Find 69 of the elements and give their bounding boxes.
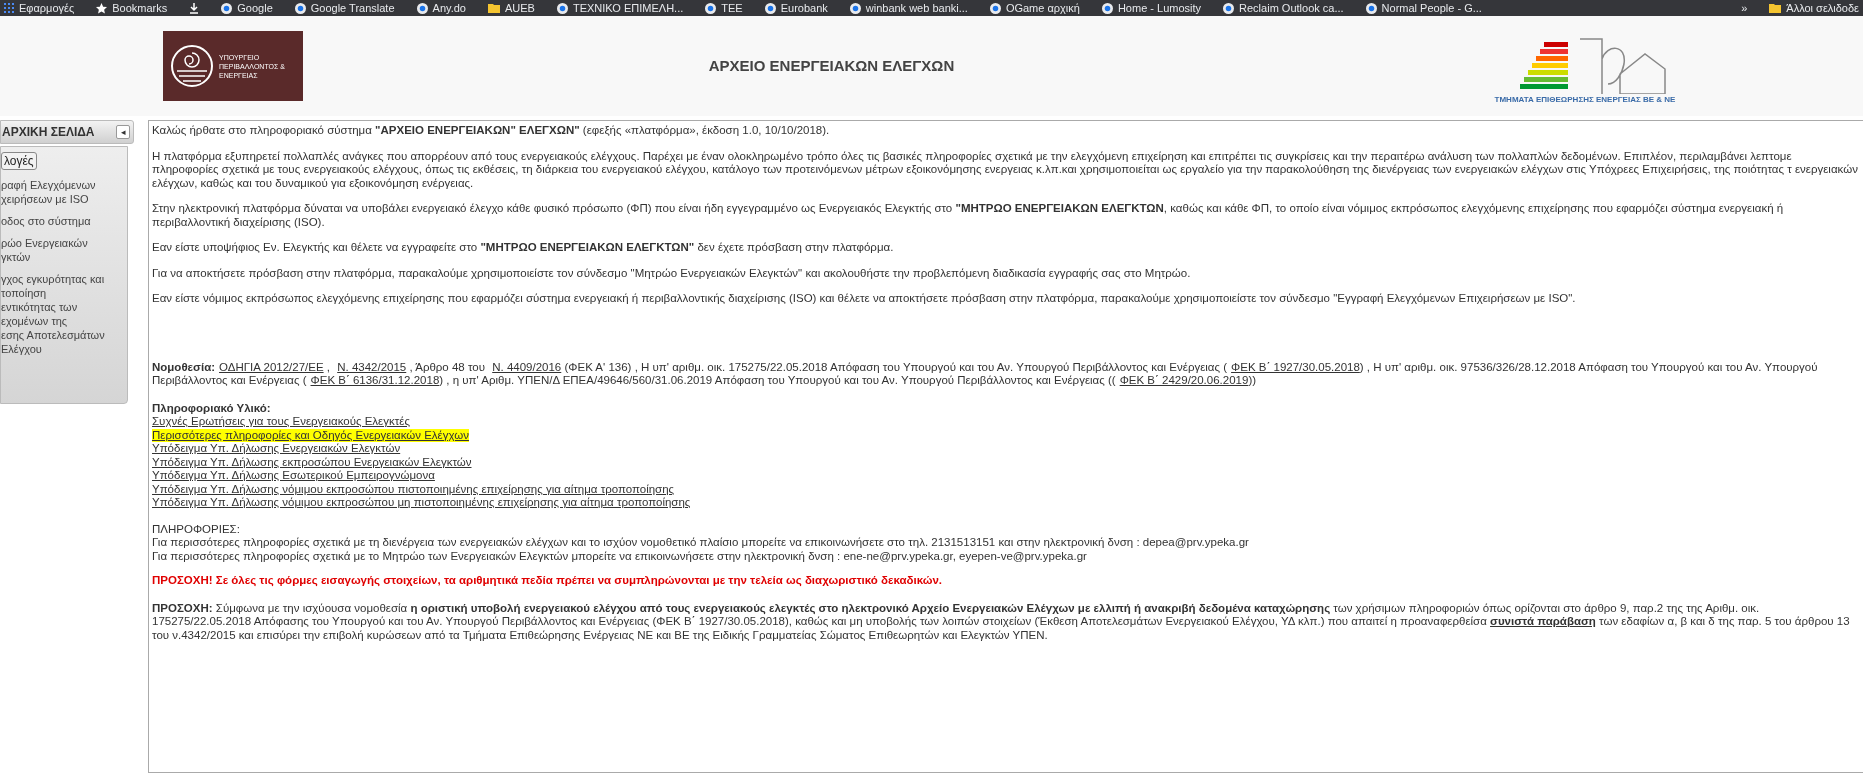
site-icon (1223, 2, 1235, 14)
contact-line: Για περισσότερες πληροφορίες σχετικά με το Μητρώο των Ενεργειακών Ελεγκτών μπορείτε να επικοινωνήσετε στην ηλεκτρονική δνση : ene-ne@prv.ypeka.gr, eyepen-ve@prv.ypeka.gr (152, 549, 1088, 563)
sidebar-menu-item[interactable]: ρώο Ενεργειακών γκτών (1, 236, 127, 264)
bookmark-item[interactable]: Εφαρμογές (4, 0, 75, 16)
bookmark-item[interactable]: ΤΕΧΝΙΚΟ ΕΠΙΜΕΛΗ... (556, 0, 684, 16)
sidebar-menu-item[interactable]: ραφή Ελεγχόμενων χειρήσεων με ISO (1, 178, 127, 206)
info-link[interactable]: Περισσότερες πληροφορίες και Οδηγός Ενεργειακών Ελέγχων (152, 428, 469, 442)
site-icon (1365, 2, 1377, 14)
site-icon (705, 2, 717, 14)
info-link[interactable]: Υπόδειγμα Υπ. Δήλωσης νόμιμου εκπροσώπου πιστοποιημένης επιχείρησης για αίτημα τροποποίησης (152, 482, 675, 496)
inspection-name: ΤΜΗΜΑΤΑ ΕΠΙΘΕΩΡΗΣΗΣ ΕΝΕΡΓΕΙΑΣ ΒΕ & ΝΕ (1494, 94, 1676, 106)
paragraph: Εαν είστε νόμιμος εκπρόσωπος ελεγχόμενης επιχείρησης που εφαρμόζει σύστημα ενεργειακή ή περιβαλλοντικής διαχείρισης (ISO) και θέλετε να αποκτήσετε πρόσβαση στην πλατφόρμα, παρακαλούμε χρησιμοποιείστε τον σύνδεσμο "Εγγραφή Ελεγχόμενων Επιχειρήσεων με ISO". (152, 292, 1577, 306)
paragraph: Στην ηλεκτρονική πλατφόρμα δύναται να υποβάλει ενεργειακό έλεγχο κάθε φυσικό πρόσωπο (ΦΠ) που είναι ήδη εγγεγραμμένο ως Ενεργειακός Ελεγκτής στο "ΜΗΤΡΩΟ ΕΝΕΡΓΕΙΑΚΩΝ ΕΛΕΓΚΤΩΝ, καθώς και κάθε ΦΠ, το οποίο είναι νόμιμος εκπρόσωπος ελεγχόμενης επιχείρησης που εφαρμόζει σύστημα ενεργειακή ή περιβαλλοντική διαχείρισης (ISO). (152, 202, 1785, 229)
info-link[interactable]: Υπόδειγμα Υπ. Δήλωσης Ενεργειακών Ελεγκτών (152, 442, 401, 456)
folder-icon (1769, 3, 1782, 13)
info-link[interactable]: Υπόδειγμα Υπ. Δήλωσης Εσωτερικού Εμπειρογνώμονα (152, 469, 435, 483)
sidebar-menu-item[interactable]: γχος εγκυρότητας και τοποίηση εντικότητας των εχομένων της εσης Αποτελεσμάτων Ελέγχου (1, 272, 127, 356)
notice-paragraph: ΠΡΟΣΟΧΗ: Σύμφωνα με την ισχύουσα νομοθεσία η οριστική υποβολή ενεργειακού ελέγχου από τους ενεργειακούς ελεγκτές στο ηλεκτρονικό Αρχείο Ενεργειακών Ελέγχων με ελλιπή ή ανακριβή δεδομένα καταχώρησης των χρήσιμων πληροφοριών όπως ορίζονται στο άρθρο 9, παρ.2 της της Αριθμ. οικ. 175275/22.05.2018 Απόφασης του Υπουργού και του Αν. Υπουργού Περιβάλλοντος και Ενέργειας (ΦΕΚ Β΄ 1927/30.05.2018), καθώς και μη υποβολής των λοιπών στοιχείων (Έκθεση Αποτελεσμάτων Ενεργειακού Ελέγχου, ΥΔ κλπ.) που απαιτεί η προαναφερθείσα συνιστά παράβαση των εδαφίων α, β και δ της παρ. 5 του άρθρου 13 του ν.4342/2015 και επισύρει την επιβολή κυρώσεων από τα Τμήματα Επιθεώρησης Ενέργειας ΝΕ και ΒΕ της Ειδικής Γραμματείας Σώματος Επιθεωρητών και Ελεγκτών ΥΠΕΝ. (152, 601, 1851, 642)
site-icon (416, 2, 428, 14)
legislation-link[interactable]: ΟΔΗΓΙΑ 2012/27/ΕΕ (219, 360, 324, 373)
legislation-link[interactable]: ΦΕΚ Β΄ 1927/30.05.2018 (1231, 360, 1360, 373)
bookmark-item[interactable] (189, 2, 200, 14)
site-icon (849, 2, 861, 14)
bookmark-item[interactable]: OGame αρχική (989, 0, 1080, 16)
apps-icon (4, 3, 14, 13)
contact-title: ΠΛΗΡΟΦΟΡΙΕΣ: (152, 522, 241, 536)
site-icon (1101, 2, 1113, 14)
collapse-button[interactable]: ◂ (116, 125, 130, 139)
paragraph: Για να αποκτήσετε πρόσβαση στην πλατφόρμα, παρακαλούμε χρησιμοποιείστε τον σύνδεσμο "Μητρώο Ενεργειακών Ελεγκτών" και ακολουθήστε την προβλεπόμενη διαδικασία εγγραφής σας στο Μητρώο. (152, 266, 1192, 280)
bookmark-item[interactable]: Bookmarks (96, 0, 168, 16)
options-button[interactable]: λογές (1, 152, 37, 170)
site-icon (294, 2, 306, 14)
bookmark-item[interactable]: Google (221, 0, 273, 16)
page-title: ΑΡΧΕΙΟ ΕΝΕΡΓΕΙΑΚΩΝ ΕΛΕΓΧΩΝ (708, 55, 955, 76)
bookmark-item[interactable]: Normal People - G... (1365, 0, 1482, 16)
bookmark-item[interactable]: Home - Lumosity (1101, 0, 1202, 16)
bookmark-item[interactable]: Any.do (416, 0, 466, 16)
contact-line: Για περισσότερες πληροφορίες σχετικά με τη διενέργεια των ενεργειακών ελέγχων και το ισχύον νομοθετικό πλαίσιο μπορείτε να επικοινωνήσετε στο τηλ. 2131513151 και στην ηλεκτρονική δνση : depea@prv.ypeka.gr (152, 536, 1250, 550)
sidebar-title: ΑΡΧΙΚΗ ΣΕΛΙΔΑ (2, 124, 95, 141)
info-link[interactable]: Υπόδειγμα Υπ. Δήλωσης εκπροσώπου Ενεργειακών Ελεγκτών (152, 455, 472, 469)
paragraph: Καλώς ήρθατε στο πληροφοριακό σύστημα "ΑΡΧΕΙΟ ΕΝΕΡΓΕΙΑΚΩΝ" ΕΛΕΓΧΩΝ" (εφεξής «πλατφόρμα», έκδοση 1.0, 10/10/2018). (152, 124, 831, 138)
download-icon (189, 2, 200, 14)
warning-text: ΠΡΟΣΟΧΗ! Σε όλες τις φόρμες εισαγωγής στοιχείων, τα αριθμητικά πεδία πρέπει να συμπληρώνονται με την τελεία ως διαχωριστικό δεκαδικών. (152, 574, 944, 588)
bookmark-item[interactable]: Reclaim Outlook ca... (1223, 0, 1344, 16)
paragraph: Εαν είστε υποψήφιος Εν. Ελεγκτής και θέλετε να εγγραφείτε στο "ΜΗΤΡΩΟ ΕΝΕΡΓΕΙΑΚΩΝ ΕΛΕΓΚΤΩΝ" δεν έχετε πρόσβαση στην πλατφόρμα. (152, 241, 895, 255)
legislation-link[interactable]: Ν. 4409/2016 (492, 360, 562, 373)
legislation-link[interactable]: Ν. 4342/2015 (337, 360, 407, 373)
other-bookmarks-item[interactable]: Άλλοι σελιδοδε (1769, 0, 1859, 16)
emblem-icon (169, 43, 215, 89)
site-icon (764, 2, 776, 14)
bookmark-item[interactable]: Google Translate (294, 0, 395, 16)
more-bookmarks-button[interactable]: » (1741, 0, 1748, 16)
site-icon (989, 2, 1001, 14)
info-link[interactable]: Συχνές Ερωτήσεις για τους Ενεργειακούς Ελεγκτές (152, 415, 410, 429)
legislation-link[interactable]: ΦΕΚ Β΄ 6136/31.12.2018 (310, 374, 440, 386)
paragraph: Η πλατφόρμα εξυπηρετεί πολλαπλές ανάγκες που απορρέουν από τους ενεργειακούς ελέγχους. Παρέχει με έναν ολοκληρωμένο τρόπο όλες τις βασικές πληροφορίες σχετικά με την ελεγχόμενη επιχείρηση και επιτρέπει τις συγκρίσεις και την περαιτέρω ανάλυση των πολλαπλών δεδομένων. Επιπλέον, περιλαμβάνει λεπτομε πληροφορίες σχετικά με τους ενεργειακούς ελέγχους, όπως τις εκθέσεις, τη διάρκεια του ενεργειακού ελέγχου, κατάλογο των προτεινόμενων μέτρων εξοικονόμησης ενεργειας κ.λπ.και χρησιμοποιείται ως εργαλείο για την παρακολούθηση της διενέργειας των ενεργειακών ελέγχων στις Υπόχρεες Επιχειρήσεις, της ποιότητας τ ενεργειακών ελέγχων, καθώς και του δυναμικού για εξοικονόμηση ενέργειας. (152, 149, 1859, 190)
info-link[interactable]: Υπόδειγμα Υπ. Δήλωσης νόμιμου εκπροσώπου μη πιστοποιημένης επιχείρησης για αίτημα τροποποίησης (152, 496, 691, 510)
star-icon (96, 2, 108, 14)
site-icon (556, 2, 568, 14)
bookmark-item[interactable]: Eurobank (764, 0, 828, 16)
legislation-paragraph: Νομοθεσία: ΟΔΗΓΙΑ 2012/27/ΕΕ , Ν. 4342/2015 , Άρθρο 48 του Ν. 4409/2016 (ΦΕΚ Α' 136) , Η υπ' αριθμ. οικ. 175275/22.05.2018 Απόφαση του Υπουργού και του Αν. Υπουργού Περιβάλλοντος και Ενέργειας ( ΦΕΚ Β΄ 1927/30.05.2018) , Η υπ' αριθμ. οικ. 97536/326/28.12.2018 Απόφαση του Υπουργού και του Αν. Υπουργού Περιβάλλοντος και Ενέργειας ( ΦΕΚ Β΄ 6136/31.12.2018) , η υπ' Αριθμ. ΥΠΕΝ/Δ ΕΠΕΑ/49646/560/31.06.2019 Απόφαση του Υπουργού και του Αν. Υπουργού Περιβάλλοντος και Ενέργειας (( ΦΕΚ Β΄ 2429/20.06.2019)) (152, 360, 1819, 388)
info-material-title: Πληροφοριακό Υλικό: (152, 401, 272, 415)
bookmark-item[interactable]: AUEB (488, 0, 535, 16)
bookmark-item[interactable]: ΤΕΕ (705, 0, 743, 16)
bookmark-item[interactable]: winbank web banki... (849, 0, 968, 16)
legislation-link[interactable]: ΦΕΚ Β΄ 2429/20.06.2019 (1119, 374, 1249, 386)
sidebar-menu-item[interactable]: οδος στο σύστημα (1, 214, 127, 228)
site-icon (221, 2, 233, 14)
folder-icon (488, 3, 500, 13)
